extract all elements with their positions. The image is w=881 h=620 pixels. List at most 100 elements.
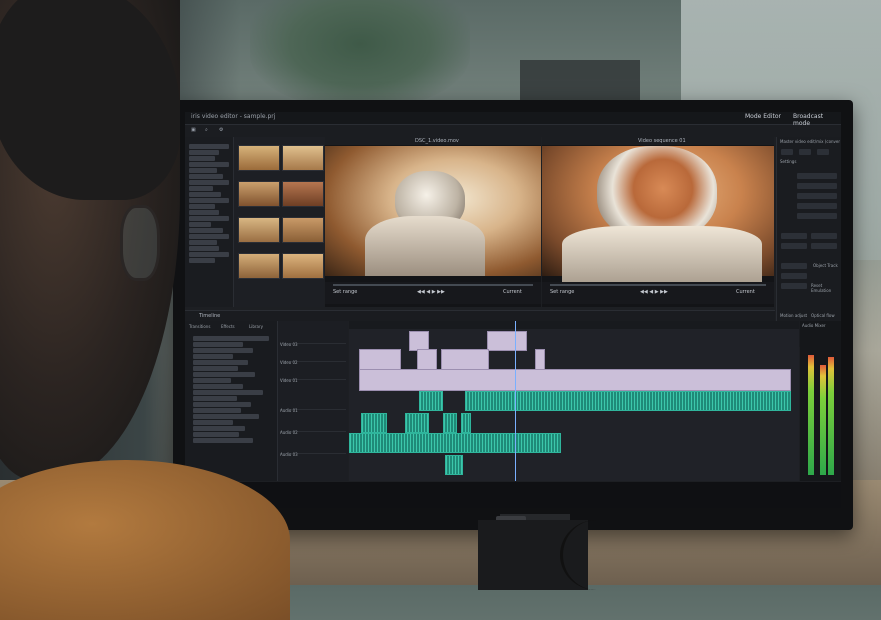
effect-item[interactable] xyxy=(193,396,237,401)
effect-item[interactable] xyxy=(193,438,253,443)
audio-clip[interactable] xyxy=(405,413,429,433)
apply-button[interactable] xyxy=(817,149,829,155)
playhead[interactable] xyxy=(515,321,516,481)
media-thumbnail[interactable] xyxy=(282,145,324,171)
video-clip[interactable] xyxy=(441,349,489,371)
param-slider[interactable] xyxy=(797,203,837,209)
track-header[interactable]: Video 01 xyxy=(280,367,346,383)
effect-item[interactable] xyxy=(193,342,243,347)
effect-item[interactable] xyxy=(193,378,231,383)
effect-item[interactable] xyxy=(193,372,255,377)
source-set-range[interactable]: Set range xyxy=(333,289,357,295)
audio-clip[interactable] xyxy=(465,391,791,411)
tree-item[interactable] xyxy=(189,192,221,197)
effect-item[interactable] xyxy=(193,366,238,371)
tree-item[interactable] xyxy=(189,156,215,161)
motion-adjust-button[interactable]: Motion adjust xyxy=(780,313,807,318)
video-clip[interactable] xyxy=(409,331,429,351)
video-clip[interactable] xyxy=(417,349,437,371)
effect-item[interactable] xyxy=(193,402,251,407)
settings-button[interactable] xyxy=(781,149,793,155)
reset-button[interactable] xyxy=(799,149,811,155)
video-clip[interactable] xyxy=(359,369,791,391)
effect-item[interactable] xyxy=(193,408,241,413)
time-ruler[interactable] xyxy=(349,321,799,329)
inspector-button[interactable] xyxy=(781,273,807,279)
audio-clip[interactable] xyxy=(445,455,463,475)
tree-item[interactable] xyxy=(189,180,229,185)
tree-item[interactable] xyxy=(189,228,223,233)
track-header[interactable]: Video 03 xyxy=(280,331,346,347)
timeline-tracks[interactable] xyxy=(349,321,799,481)
tree-item[interactable] xyxy=(189,186,213,191)
media-thumbnail[interactable] xyxy=(238,181,280,207)
audio-clip[interactable] xyxy=(349,433,561,453)
play-icon[interactable]: ◀◀ ◀ ▶ ▶▶ xyxy=(640,289,668,295)
object-track-button[interactable]: Object Track xyxy=(813,263,838,268)
inspector-button[interactable] xyxy=(781,283,807,289)
folder-icon[interactable]: ▣ xyxy=(191,127,196,133)
effect-item[interactable] xyxy=(193,348,253,353)
param-slider[interactable] xyxy=(797,173,837,179)
track-header[interactable]: Video 02 xyxy=(280,349,346,365)
inspector-button[interactable] xyxy=(781,263,807,269)
param-slider[interactable] xyxy=(797,213,837,219)
tree-item[interactable] xyxy=(189,240,217,245)
tab-library[interactable]: Library xyxy=(249,324,263,329)
optical-flow-button[interactable]: Optical flow xyxy=(811,313,835,318)
audio-clip[interactable] xyxy=(361,413,387,433)
tree-item[interactable] xyxy=(189,216,229,221)
inspector-button[interactable] xyxy=(811,233,837,239)
tree-item[interactable] xyxy=(189,234,229,239)
video-clip[interactable] xyxy=(535,349,545,371)
tree-item[interactable] xyxy=(189,222,211,227)
inspector-button[interactable] xyxy=(811,243,837,249)
media-thumbnail[interactable] xyxy=(238,253,280,279)
tree-item[interactable] xyxy=(189,150,219,155)
tree-item[interactable] xyxy=(189,162,229,167)
video-clip[interactable] xyxy=(487,331,527,351)
effect-item[interactable] xyxy=(193,336,269,341)
effect-item[interactable] xyxy=(193,414,259,419)
gear-icon[interactable]: ⚙ xyxy=(219,127,223,133)
audio-clip[interactable] xyxy=(461,413,471,433)
reset-emulation-button[interactable]: Reset Emulation xyxy=(811,283,841,293)
inspector-button[interactable] xyxy=(781,243,807,249)
effect-item[interactable] xyxy=(193,432,239,437)
tree-item[interactable] xyxy=(189,144,229,149)
track-header[interactable]: Audio 01 xyxy=(280,397,346,413)
track-header[interactable]: Audio 03 xyxy=(280,441,346,457)
audio-clip[interactable] xyxy=(443,413,457,433)
mode-editor-button[interactable]: Mode Editor xyxy=(745,113,781,120)
effect-item[interactable] xyxy=(193,390,263,395)
effect-item[interactable] xyxy=(193,384,243,389)
source-progress-bar[interactable] xyxy=(333,284,533,286)
media-thumbnail[interactable] xyxy=(282,217,324,243)
inspector-button[interactable] xyxy=(781,233,807,239)
tree-item[interactable] xyxy=(189,204,215,209)
search-icon[interactable]: ⌕ xyxy=(205,127,208,133)
tree-item[interactable] xyxy=(189,258,215,263)
audio-clip[interactable] xyxy=(419,391,443,411)
program-progress-bar[interactable] xyxy=(550,284,766,286)
media-thumbnail[interactable] xyxy=(238,217,280,243)
effect-item[interactable] xyxy=(193,354,233,359)
media-thumbnail[interactable] xyxy=(282,253,324,279)
track-header[interactable]: Audio 02 xyxy=(280,419,346,435)
param-slider[interactable] xyxy=(797,193,837,199)
tree-item[interactable] xyxy=(189,168,217,173)
tab-transitions[interactable]: Transitions xyxy=(189,324,210,329)
effect-item[interactable] xyxy=(193,426,245,431)
play-icon[interactable]: ◀◀ ◀ ▶ ▶▶ xyxy=(417,289,445,295)
media-thumbnail[interactable] xyxy=(238,145,280,171)
param-slider[interactable] xyxy=(797,183,837,189)
tree-item[interactable] xyxy=(189,210,219,215)
media-thumbnail[interactable] xyxy=(282,181,324,207)
effect-item[interactable] xyxy=(193,360,248,365)
tree-item[interactable] xyxy=(189,246,219,251)
tree-item[interactable] xyxy=(189,198,229,203)
program-set-range[interactable]: Set range xyxy=(550,289,574,295)
video-clip[interactable] xyxy=(359,349,401,371)
effect-item[interactable] xyxy=(193,420,233,425)
tab-effects[interactable]: Effects xyxy=(221,324,235,329)
